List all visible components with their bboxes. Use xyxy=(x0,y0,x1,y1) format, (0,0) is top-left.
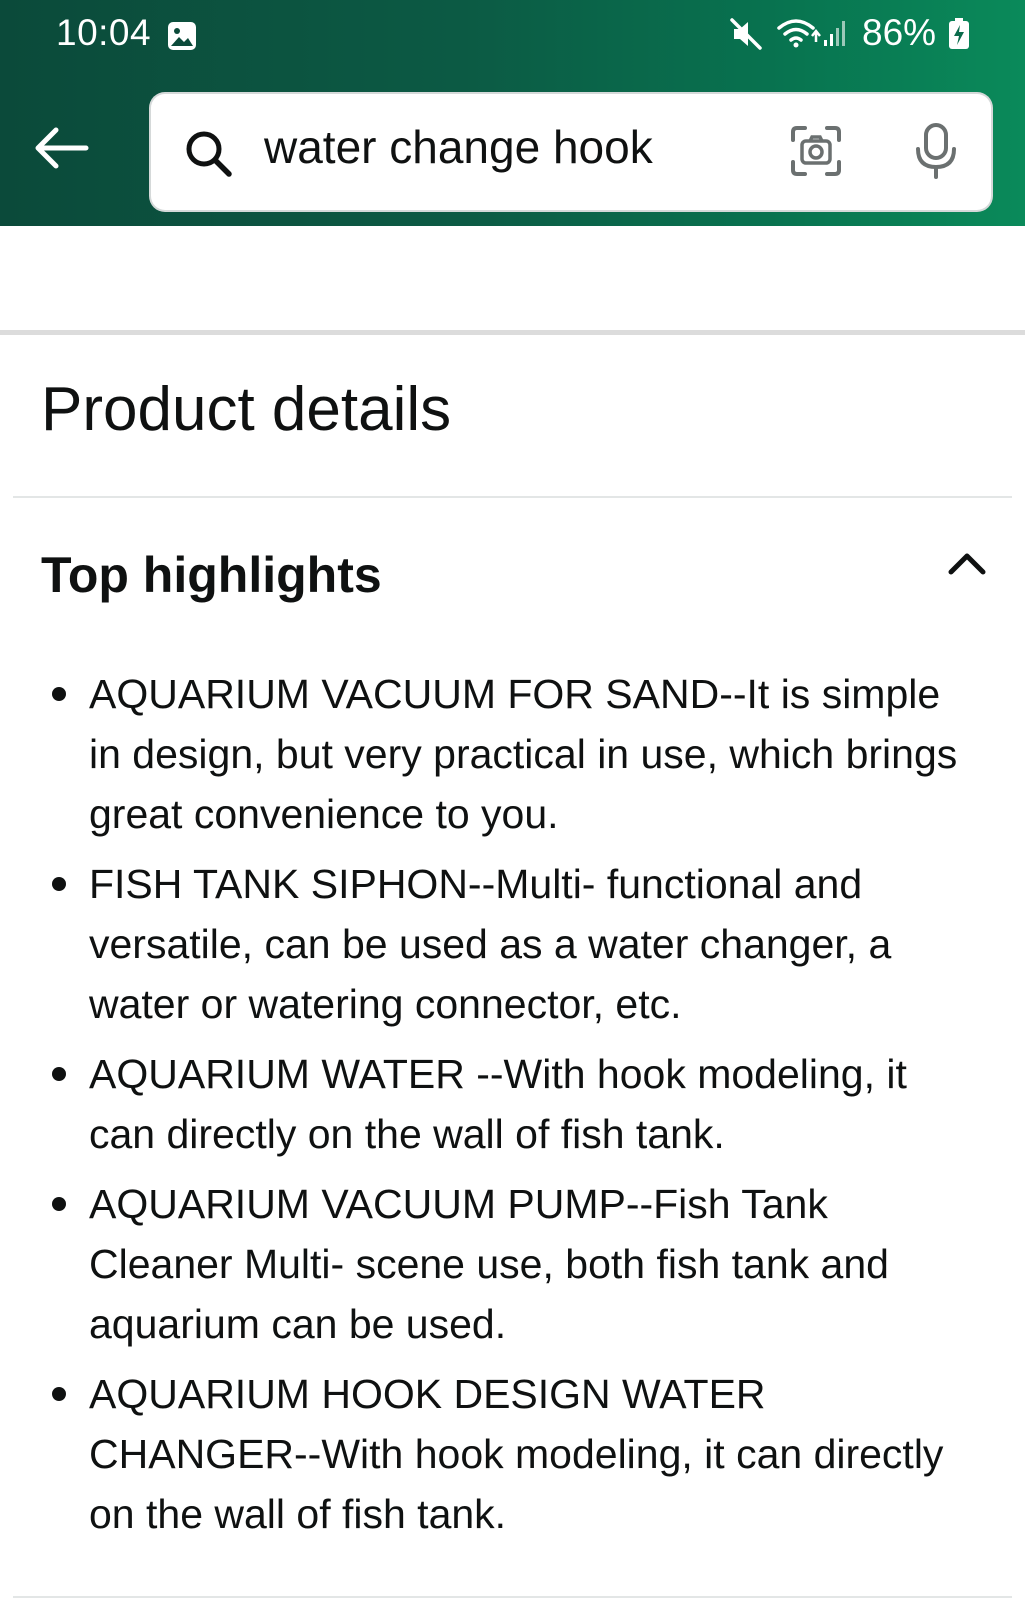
highlight-text: AQUARIUM VACUUM FOR SAND--It is simple i… xyxy=(89,671,958,837)
heading-divider xyxy=(13,496,1012,498)
top-highlights-title: Top highlights xyxy=(41,547,382,603)
highlight-item: AQUARIUM HOOK DESIGN WATER CHANGER--With… xyxy=(0,1364,1025,1544)
signal-icon xyxy=(824,21,845,46)
highlight-text: AQUARIUM VACUUM PUMP--Fish Tank Cleaner … xyxy=(89,1181,889,1347)
bullet-icon xyxy=(52,1067,66,1081)
highlights-list: AQUARIUM VACUUM FOR SAND--It is simple i… xyxy=(0,664,1025,1554)
section-divider xyxy=(0,330,1025,335)
mic-icon[interactable] xyxy=(913,122,959,180)
highlight-item: AQUARIUM WATER --With hook modeling, it … xyxy=(0,1044,1025,1164)
chevron-up-icon[interactable] xyxy=(946,548,988,578)
highlight-item: FISH TANK SIPHON--Multi- functional and … xyxy=(0,854,1025,1034)
bullet-icon xyxy=(52,1197,66,1211)
battery-icon xyxy=(949,18,969,49)
app-header: 10:04 86% water change hook xyxy=(0,0,1025,226)
highlight-text: FISH TANK SIPHON--Multi- functional and … xyxy=(89,861,892,1027)
highlight-text: AQUARIUM WATER --With hook modeling, it … xyxy=(89,1051,907,1157)
bullet-icon xyxy=(52,1387,66,1401)
highlight-item: AQUARIUM VACUUM FOR SAND--It is simple i… xyxy=(0,664,1025,844)
camera-icon[interactable] xyxy=(789,124,843,178)
top-highlights-toggle[interactable]: Top highlights xyxy=(0,520,1025,624)
arrow-left-icon xyxy=(35,127,89,169)
wifi-icon xyxy=(777,19,821,48)
bullet-icon xyxy=(52,687,66,701)
battery-percentage: 86% xyxy=(862,12,937,53)
mute-icon xyxy=(730,18,762,50)
bullet-icon xyxy=(52,877,66,891)
status-time: 10:04 xyxy=(56,12,152,53)
highlight-item: AQUARIUM VACUUM PUMP--Fish Tank Cleaner … xyxy=(0,1174,1025,1354)
back-button[interactable] xyxy=(26,116,96,180)
gallery-icon xyxy=(168,22,196,50)
bottom-divider xyxy=(13,1596,1012,1598)
search-input[interactable]: water change hook xyxy=(264,120,653,174)
search-bar[interactable]: water change hook xyxy=(151,94,991,210)
product-details-heading: Product details xyxy=(41,375,452,444)
search-icon xyxy=(186,131,232,177)
highlight-text: AQUARIUM HOOK DESIGN WATER CHANGER--With… xyxy=(89,1371,944,1537)
